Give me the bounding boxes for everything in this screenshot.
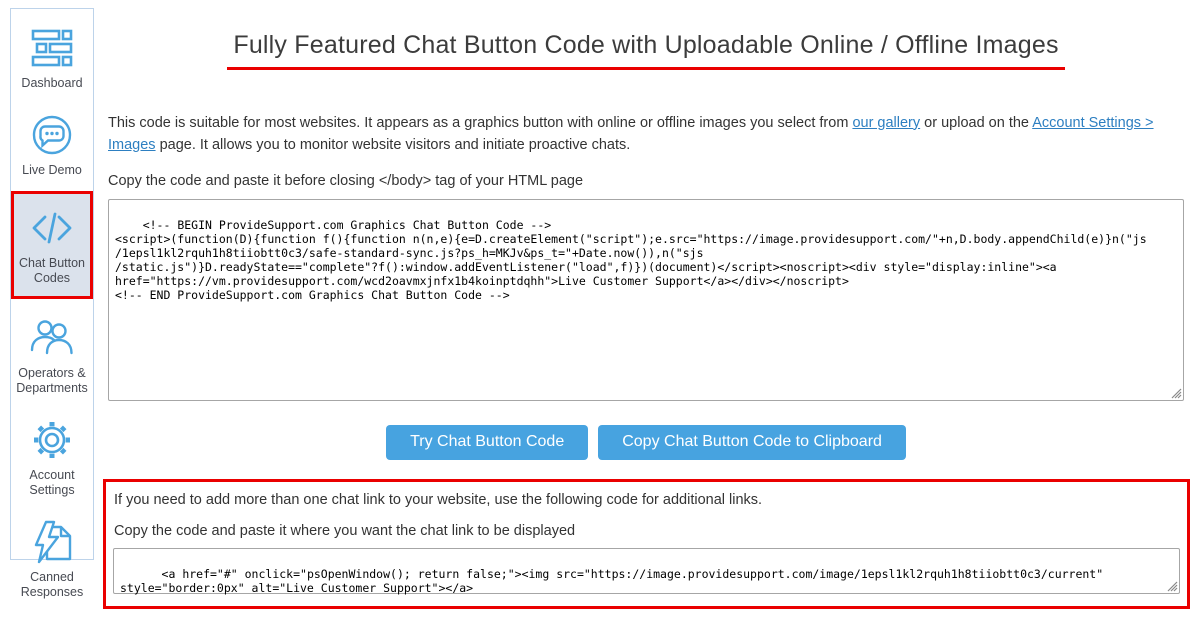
operators-icon	[30, 316, 74, 360]
sidebar-item-label: Dashboard	[21, 76, 82, 91]
main-content: Fully Featured Chat Button Code with Upl…	[108, 0, 1184, 609]
code-icon	[30, 206, 74, 250]
dashboard-icon	[30, 26, 74, 70]
canned-responses-icon	[30, 520, 74, 564]
sidebar-item-live-demo[interactable]: Live Demo	[11, 104, 93, 186]
sidebar-item-label: Canned Responses	[14, 570, 90, 600]
copy-code-to-clipboard-button[interactable]: Copy Chat Button Code to Clipboard	[598, 425, 906, 460]
sidebar-item-chat-button-codes[interactable]: Chat Button Codes	[11, 191, 93, 299]
sidebar-item-operators[interactable]: Operators & Departments	[11, 307, 93, 404]
chat-link-code-textarea[interactable]: <a href="#" onclick="psOpenWindow(); ret…	[113, 548, 1180, 594]
sidebar-item-label: Account Settings	[14, 468, 90, 498]
intro-text: page. It allows you to monitor website v…	[156, 137, 631, 153]
sidebar-item-dashboard[interactable]: Dashboard	[11, 17, 93, 99]
sidebar-item-label: Chat Button Codes	[15, 256, 89, 286]
button-row: Try Chat Button Code Copy Chat Button Co…	[108, 425, 1184, 460]
page-title: Fully Featured Chat Button Code with Upl…	[227, 31, 1064, 70]
sidebar-item-label: Operators & Departments	[14, 366, 90, 396]
sidebar-item-canned-responses[interactable]: Canned Responses	[11, 511, 93, 608]
resize-grip-icon[interactable]	[1169, 386, 1182, 399]
intro-paragraph: This code is suitable for most websites.…	[108, 112, 1184, 156]
sidebar: Dashboard Live Demo Chat Button Codes	[10, 8, 94, 560]
sidebar-item-account-settings[interactable]: Account Settings	[11, 409, 93, 506]
intro-text: This code is suitable for most websites.…	[108, 115, 852, 131]
sidebar-item-label: Live Demo	[22, 163, 82, 178]
chat-button-code-textarea[interactable]: <!-- BEGIN ProvideSupport.com Graphics C…	[108, 199, 1184, 401]
gear-icon	[30, 418, 74, 462]
additional-links-section: If you need to add more than one chat li…	[103, 479, 1190, 609]
try-chat-button-code-button[interactable]: Try Chat Button Code	[386, 425, 588, 460]
resize-grip-icon[interactable]	[1165, 579, 1178, 592]
copy-instruction: Copy the code and paste it before closin…	[108, 173, 1184, 189]
additional-links-note: If you need to add more than one chat li…	[114, 492, 1180, 508]
live-demo-icon	[30, 113, 74, 157]
intro-text: or upload on the	[920, 115, 1032, 131]
additional-copy-instruction: Copy the code and paste it where you wan…	[114, 523, 1180, 539]
our-gallery-link[interactable]: our gallery	[852, 115, 920, 131]
